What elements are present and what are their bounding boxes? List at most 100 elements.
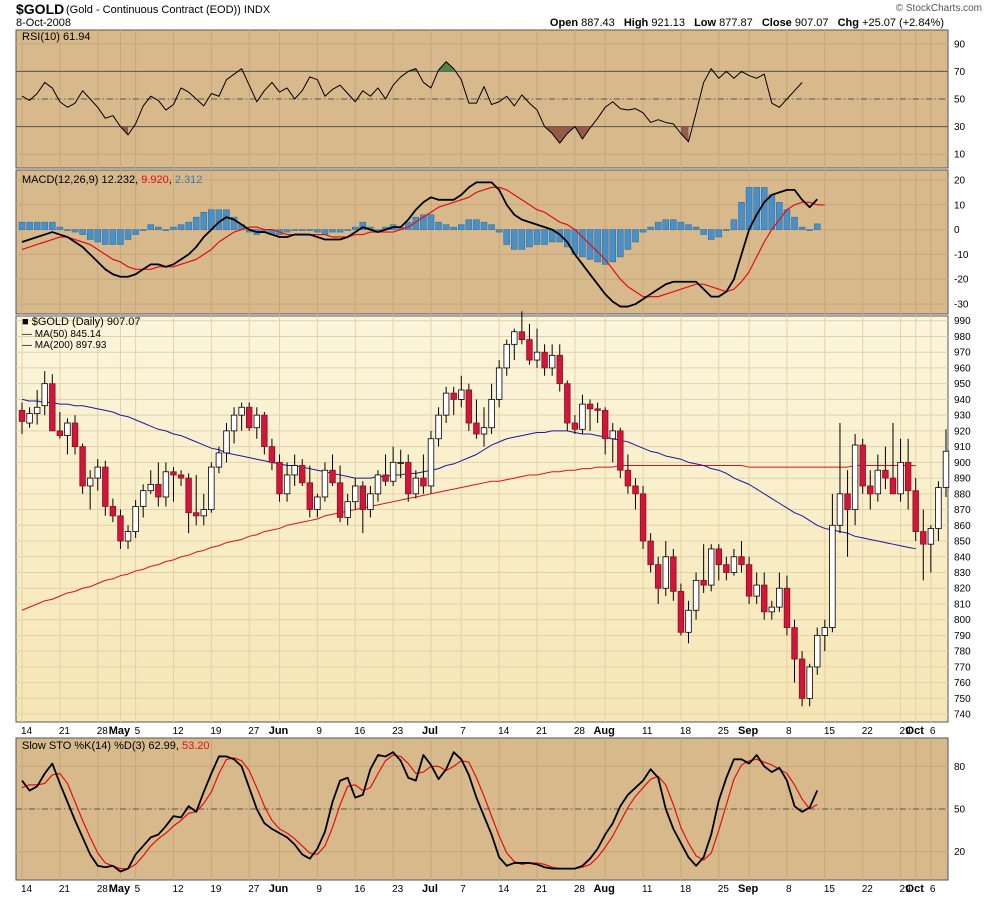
candle-up [86, 477, 94, 487]
macd-tick-label: -10 [954, 250, 969, 261]
x-axis-label-bottom: Sep [738, 883, 758, 895]
candle-down [526, 339, 533, 361]
stochastic-d-value: 53.20 [182, 740, 210, 752]
candle-down [117, 515, 124, 542]
macd-histogram-bar [170, 226, 177, 230]
candle-up [253, 414, 260, 429]
candle-up [495, 367, 503, 400]
x-axis-label-top: 21 [59, 726, 71, 737]
macd-histogram-bar [814, 223, 821, 230]
macd-label: MACD(12,26,9) 12.232, 9.920, 2.312 [22, 174, 202, 186]
x-axis-label-bottom: 21 [59, 884, 71, 895]
candle-up [397, 461, 404, 464]
candle-down [155, 483, 162, 498]
macd-histogram-bar [109, 229, 117, 245]
candle-down [49, 383, 56, 432]
macd-histogram-bar [730, 219, 738, 230]
macd-histogram-bar [632, 229, 639, 243]
candle-up [26, 413, 33, 424]
macd-histogram-bar [753, 187, 760, 230]
macd-histogram-bar [692, 226, 700, 230]
price-tick-label: 860 [954, 521, 971, 532]
price-tick-label: 950 [954, 379, 971, 390]
price-tick-label: 980 [954, 332, 971, 343]
macd-histogram-bar [685, 224, 692, 230]
macd-histogram-bar [594, 229, 601, 263]
candle-up [238, 406, 245, 416]
macd-histogram-bar [185, 221, 192, 230]
macd-tick-label: 0 [954, 225, 960, 236]
x-axis-label-top: 27 [248, 726, 260, 737]
candle-down [71, 422, 79, 448]
macd-histogram-bar [321, 229, 329, 235]
candle-down [655, 564, 662, 589]
candle-down [745, 564, 753, 597]
candle-down [723, 564, 730, 573]
macd-histogram-bar [352, 226, 359, 230]
macd-histogram-value: 2.312 [175, 174, 203, 186]
candle-down [677, 590, 685, 633]
x-axis-label-top: Aug [593, 725, 614, 737]
candle-up [33, 406, 41, 414]
candle-up [942, 450, 950, 488]
x-axis-label-bottom: Jun [269, 883, 289, 895]
x-axis-label-bottom: 14 [498, 884, 510, 895]
macd-histogram-bar [617, 229, 624, 258]
macd-histogram-bar [662, 219, 670, 230]
stochastic-tick-label: 50 [954, 805, 966, 816]
candle-up [374, 474, 382, 495]
panel-macd-background [15, 169, 949, 315]
x-axis-label-bottom: 15 [824, 884, 836, 895]
candle-up [874, 469, 882, 495]
candle-up [488, 398, 495, 429]
candle-up [132, 506, 139, 532]
x-axis-label-top: 14 [498, 726, 510, 737]
macd-histogram-bar [336, 229, 344, 233]
macd-histogram-bar [723, 229, 730, 231]
macd-histogram-bar [518, 229, 526, 250]
candle-down [738, 556, 745, 566]
macd-signal-value: 9.920 [141, 174, 169, 186]
candle-down [601, 410, 609, 440]
macd-histogram-bar [715, 229, 723, 238]
x-axis-label-top: 18 [680, 726, 692, 737]
candle-up [314, 496, 321, 510]
macd-histogram-bar [473, 219, 480, 230]
candle-up [64, 422, 71, 437]
candle-up [753, 584, 760, 597]
candle-up [427, 438, 435, 487]
candle-down [192, 512, 200, 517]
x-axis-label-top: 19 [210, 726, 222, 737]
x-axis-label-bottom: 19 [210, 884, 222, 895]
macd-histogram-bar [56, 226, 64, 230]
macd-histogram-bar [49, 221, 56, 230]
macd-histogram-bar [124, 229, 132, 240]
candle-up [291, 465, 298, 476]
candle-up [708, 548, 715, 586]
macd-histogram-bar [465, 219, 473, 230]
candle-down [329, 469, 336, 484]
candle-down [450, 392, 457, 400]
candle-up [685, 609, 692, 633]
price-tick-label: 800 [954, 615, 971, 626]
macd-histogram-bar [18, 221, 26, 230]
candle-up [215, 452, 223, 468]
macd-histogram-bar [677, 221, 685, 230]
candle-down [246, 406, 253, 429]
candle-up [435, 414, 442, 440]
candle-down [761, 584, 768, 613]
x-axis-label-bottom: 22 [862, 884, 874, 895]
rsi-tick-label: 30 [954, 122, 966, 133]
macd-histogram-bar [192, 216, 200, 230]
price-tick-label: 870 [954, 505, 971, 516]
candle-up [200, 509, 207, 517]
x-axis-label-bottom: 27 [248, 884, 260, 895]
price-tick-label: 960 [954, 363, 971, 374]
candle-up [692, 579, 700, 611]
x-axis-label-top: May [109, 725, 131, 737]
x-axis-label-top: 5 [135, 726, 141, 737]
macd-histogram-bar [533, 229, 541, 245]
candle-up [829, 524, 836, 628]
macd-histogram-bar [162, 229, 170, 231]
candle-down [571, 422, 579, 430]
